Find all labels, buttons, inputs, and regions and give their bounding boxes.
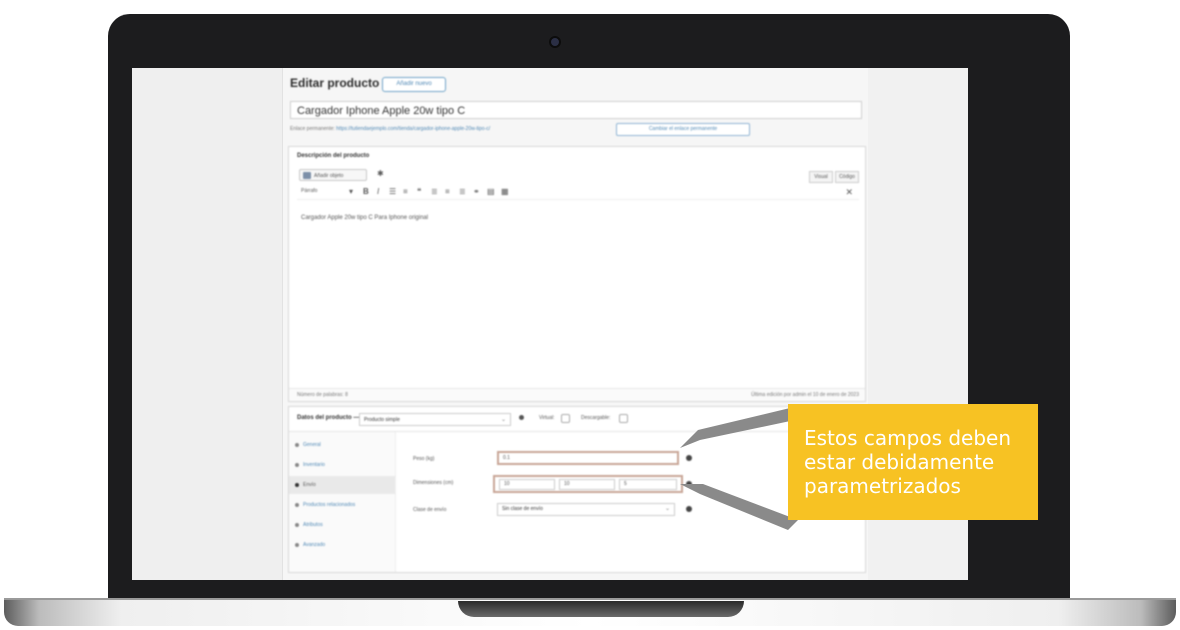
callout-box: Estos campos deben estar debidamente par…: [788, 404, 1038, 520]
callout-line-1: Estos campos deben: [804, 426, 1012, 450]
callout-line-2: estar debidamente: [804, 450, 995, 474]
arrow-to-dimensions: [680, 484, 798, 530]
callout-line-3: parametrizados: [804, 474, 961, 498]
arrow-to-weight: [680, 408, 795, 448]
callout-arrows: [680, 408, 798, 530]
